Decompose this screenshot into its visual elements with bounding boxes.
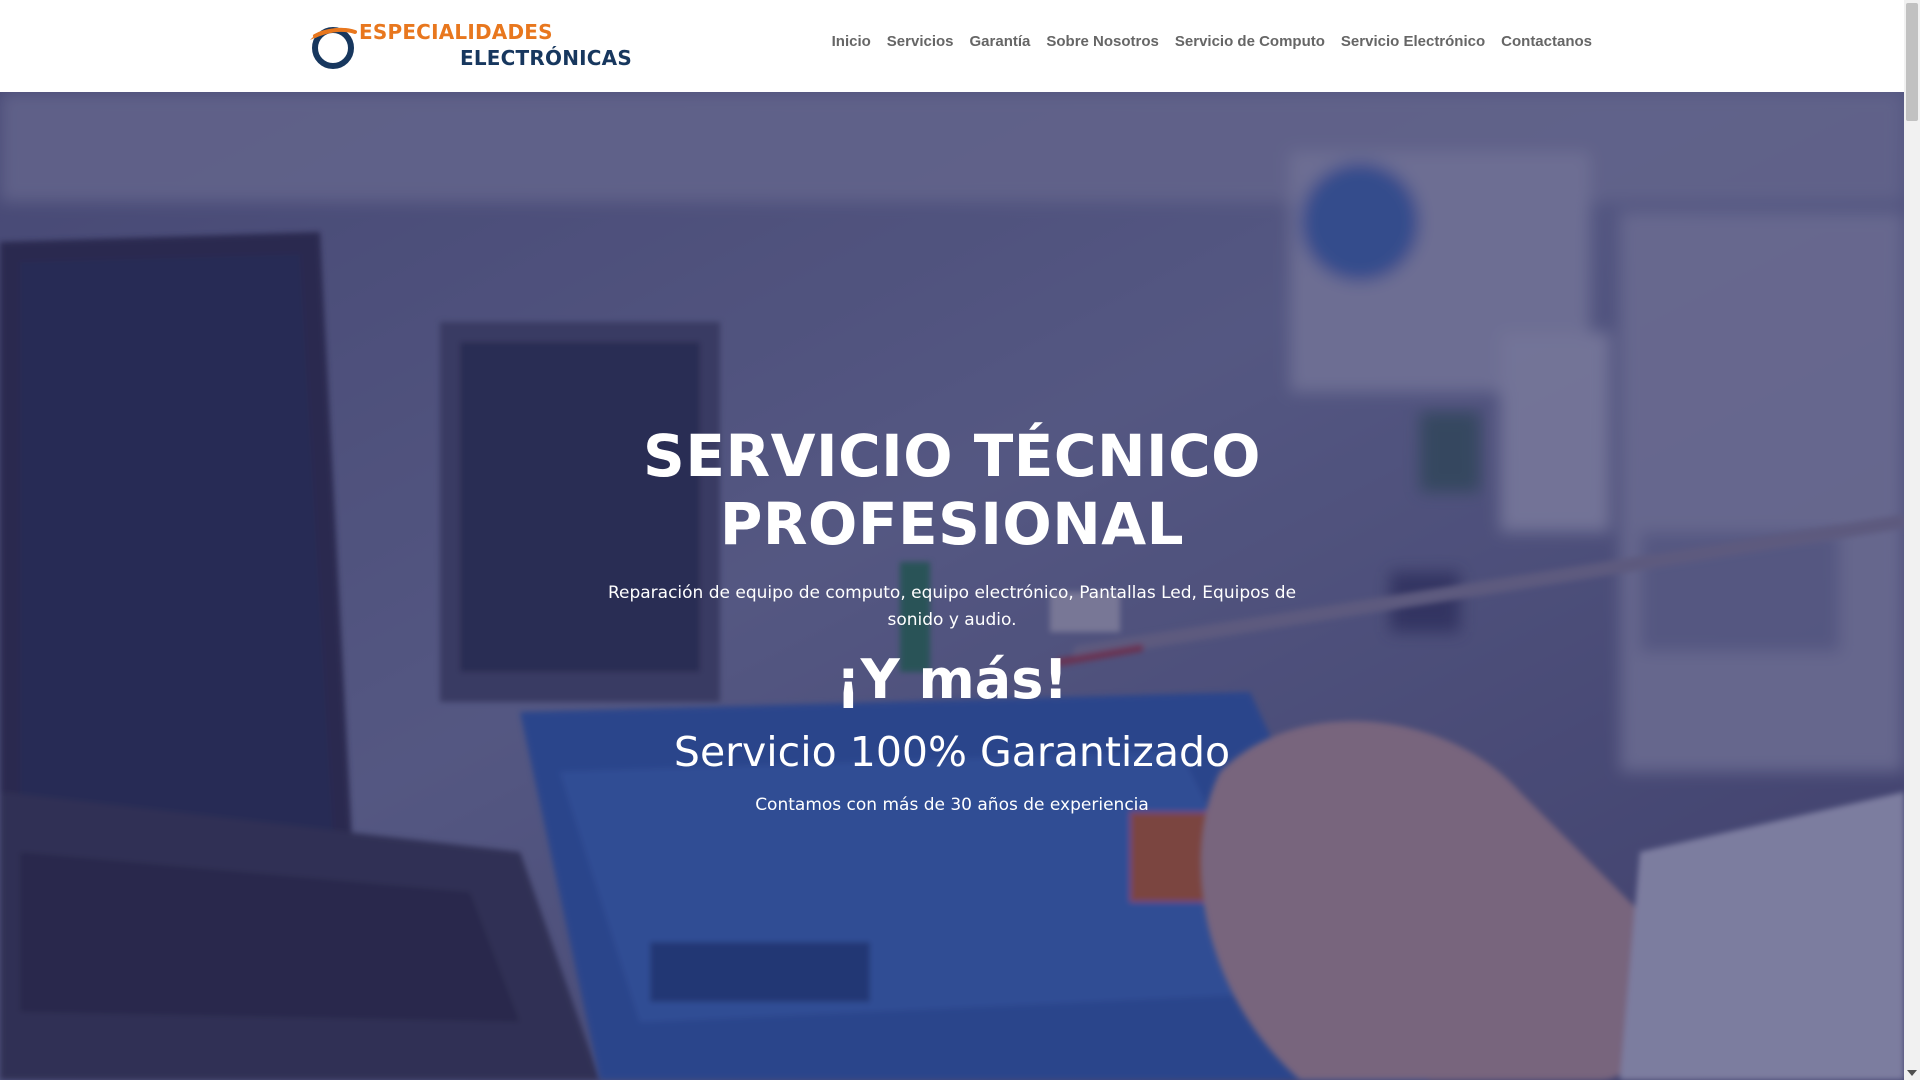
hero-highlight: ¡Y más! — [835, 648, 1068, 711]
site-header: ESPECIALIDADES ELECTRÓNICAS Inicio Servi… — [0, 0, 1904, 92]
hero-section: SERVICIO TÉCNICO PROFESIONAL Reparación … — [0, 92, 1904, 1080]
hero-content: SERVICIO TÉCNICO PROFESIONAL Reparación … — [0, 422, 1904, 818]
nav-item-servicio-de-computo[interactable]: Servicio de Computo — [1167, 33, 1333, 50]
nav-item-servicios[interactable]: Servicios — [879, 33, 962, 50]
nav-item-inicio[interactable]: Inicio — [824, 33, 879, 50]
hero-description: Reparación de equipo de computo, equipo … — [607, 583, 1297, 630]
nav-item-servicio-electronico[interactable]: Servicio Electrónico — [1333, 33, 1493, 50]
nav-item-garantia[interactable]: Garantía — [962, 33, 1039, 50]
nav-item-contactanos[interactable]: Contactanos — [1493, 33, 1592, 50]
site-logo[interactable]: ESPECIALIDADES ELECTRÓNICAS — [307, 18, 632, 74]
scrollbar-thumb[interactable] — [1906, 3, 1918, 121]
hero-title: SERVICIO TÉCNICO PROFESIONAL — [643, 422, 1261, 558]
main-nav: Inicio Servicios Garantía Sobre Nosotros… — [824, 33, 1592, 50]
page: ESPECIALIDADES ELECTRÓNICAS Inicio Servi… — [0, 0, 1920, 1080]
logo-text-line2: ELECTRÓNICAS — [460, 46, 632, 70]
page-scrollbar[interactable] — [1904, 0, 1920, 1080]
logo-text-line1: ESPECIALIDADES — [359, 20, 553, 44]
scroll-down-arrow-icon[interactable] — [1907, 1070, 1917, 1076]
hero-experience: Contamos con más de 30 años de experienc… — [755, 795, 1149, 815]
logo-swoosh-icon — [310, 27, 357, 69]
nav-item-sobre-nosotros[interactable]: Sobre Nosotros — [1038, 33, 1167, 50]
hero-guarantee: Servicio 100% Garantizado — [673, 728, 1231, 776]
